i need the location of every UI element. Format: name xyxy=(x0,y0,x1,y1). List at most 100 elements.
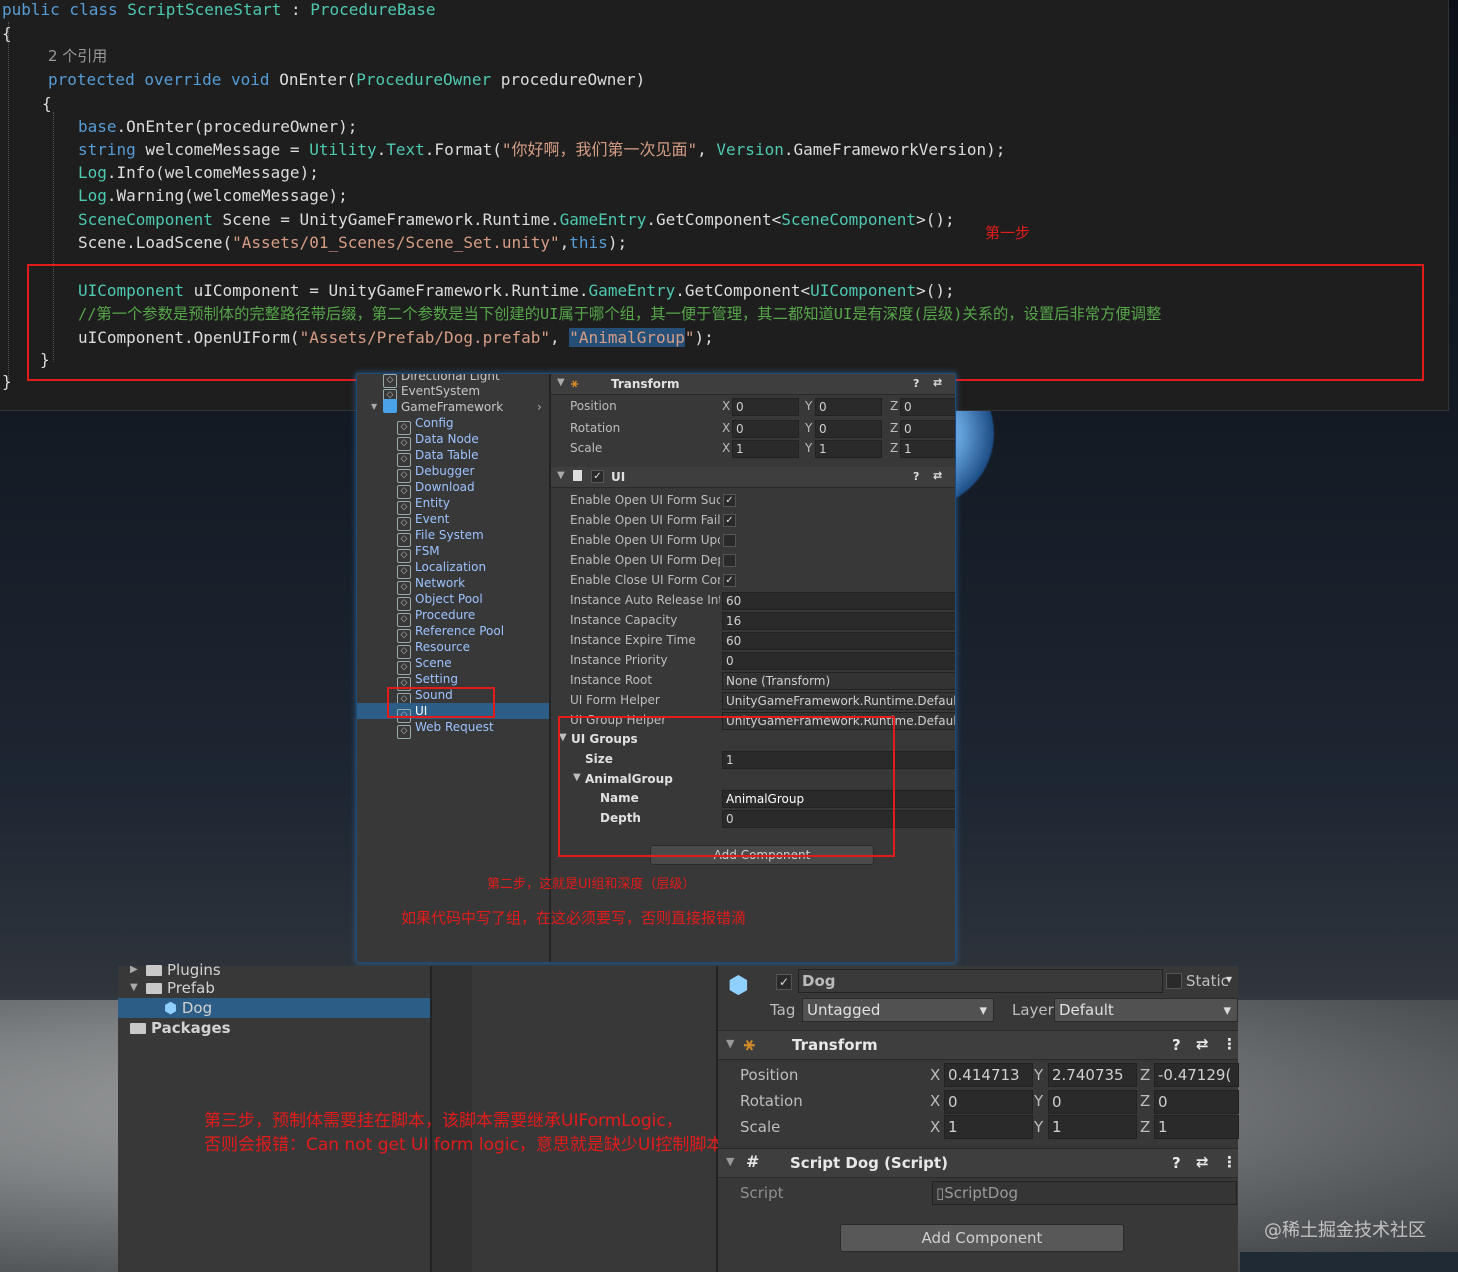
property-field[interactable]: 0 xyxy=(722,652,955,670)
hierarchy-item[interactable]: ◇ Event xyxy=(357,511,549,531)
foldout-arrow-icon[interactable]: ▼ xyxy=(726,1155,734,1168)
hierarchy-item[interactable]: ◇ File System xyxy=(357,527,549,547)
scale-z-field[interactable]: 1 xyxy=(900,440,955,458)
active-checkbox[interactable]: ✓ xyxy=(776,974,792,990)
property-checkbox[interactable]: ✓ xyxy=(723,574,736,587)
position-x-field[interactable]: 0 xyxy=(732,398,799,416)
hierarchy-item-label: EventSystem xyxy=(401,384,481,398)
layer-dropdown[interactable]: Default xyxy=(1054,998,1238,1022)
selected-text[interactable]: AnimalGroup xyxy=(578,328,685,347)
more-menu-icon[interactable]: ⋮ xyxy=(1222,1153,1237,1171)
project-item[interactable]: Packages xyxy=(118,1018,430,1038)
property-checkbox[interactable] xyxy=(723,534,736,547)
property-checkbox[interactable] xyxy=(723,554,736,567)
hierarchy-item[interactable]: ◇ EventSystem xyxy=(357,383,549,403)
static-checkbox[interactable] xyxy=(1166,973,1182,989)
transform-header[interactable]: ▼ ⚹ Transform ? ⇄ xyxy=(551,374,955,395)
project-item[interactable]: ⬢ Dog xyxy=(118,998,430,1018)
add-component-button[interactable]: Add Component xyxy=(840,1224,1124,1252)
code-line-class: public class ScriptSceneStart : Procedur… xyxy=(2,0,436,20)
project-item[interactable]: ▼ Prefab xyxy=(118,978,430,998)
code-token: .Warning(welcomeMessage); xyxy=(106,186,348,205)
step2-warning: 如果代码中写了组，在这必须要写，否则直接报错滴 xyxy=(401,909,747,927)
foldout-arrow-icon[interactable]: ▼ xyxy=(557,470,565,481)
rotation-x-field[interactable]: 0 xyxy=(732,420,799,438)
rotation-z-field[interactable]: 0 xyxy=(900,420,955,438)
foldout-arrow-icon[interactable]: ▼ xyxy=(557,377,565,388)
code-line: UIComponent uIComponent = UnityGameFrame… xyxy=(78,281,955,301)
hierarchy-item[interactable]: ◇ Reference Pool xyxy=(357,623,549,643)
position-z-field[interactable]: -0.47129( xyxy=(1154,1063,1239,1087)
property-field[interactable]: 16 xyxy=(722,612,955,630)
property-field[interactable]: 60 xyxy=(722,632,955,650)
scale-y-field[interactable]: 1 xyxy=(815,440,882,458)
code-editor[interactable]: public class ScriptSceneStart : Procedur… xyxy=(0,0,1449,411)
help-icon[interactable]: ? xyxy=(1172,1154,1181,1172)
position-y-field[interactable]: 2.740735 xyxy=(1048,1063,1137,1087)
static-label[interactable]: Static xyxy=(1186,972,1229,990)
chevron-right-icon[interactable]: › xyxy=(537,399,542,415)
help-icon[interactable]: ? xyxy=(913,470,919,483)
hierarchy-item[interactable]: ▼ GameFramework › xyxy=(357,399,549,415)
object-name-field[interactable]: Dog xyxy=(798,969,1163,993)
hierarchy-item[interactable]: ◇ FSM xyxy=(357,543,549,563)
scale-x-field[interactable]: 1 xyxy=(944,1115,1033,1139)
hierarchy-item[interactable]: ◇ Entity xyxy=(357,495,549,515)
hierarchy-item[interactable]: ◇ Network xyxy=(357,575,549,595)
scale-x-field[interactable]: 1 xyxy=(732,440,799,458)
property-field[interactable]: None (Transform) xyxy=(722,672,955,690)
property-checkbox[interactable]: ✓ xyxy=(723,514,736,527)
hierarchy-item[interactable]: ◇ Web Request xyxy=(357,719,549,739)
settings-icon[interactable]: ⇄ xyxy=(1196,1153,1209,1171)
code-token: "你好啊，我们第一次见面" xyxy=(501,140,698,159)
tag-dropdown[interactable]: Untagged xyxy=(802,998,994,1022)
hierarchy-item[interactable]: ◇ Config xyxy=(357,415,549,435)
rotation-y-field[interactable]: 0 xyxy=(815,420,882,438)
hierarchy-item[interactable]: ◇ Debugger xyxy=(357,463,549,483)
rotation-z-field[interactable]: 0 xyxy=(1154,1090,1239,1114)
hierarchy-item[interactable]: ◇ Localization xyxy=(357,559,549,579)
code-token: uIComponent.OpenUIForm( xyxy=(78,328,300,347)
code-token: .Info(welcomeMessage); xyxy=(106,163,319,182)
property-label: Instance Priority xyxy=(570,653,668,667)
foldout-arrow-icon[interactable]: ▼ xyxy=(371,399,377,415)
foldout-arrow-icon[interactable]: ▼ xyxy=(726,1037,734,1050)
rotation-y-field[interactable]: 0 xyxy=(1048,1090,1137,1114)
hierarchy-item[interactable]: ◇ Resource xyxy=(357,639,549,659)
rotation-x-field[interactable]: 0 xyxy=(944,1090,1033,1114)
transform-header[interactable]: ▼ ⚹ Transform ? ⇄ ⋮ xyxy=(718,1030,1238,1060)
component-title: UI xyxy=(611,470,626,484)
help-icon[interactable]: ? xyxy=(1172,1036,1181,1054)
project-item[interactable]: ▶ Plugins xyxy=(118,960,430,980)
script-component-header[interactable]: ▼ # Script Dog (Script) ? ⇄ ⋮ xyxy=(718,1148,1238,1178)
hierarchy-item[interactable]: ◇ Object Pool xyxy=(357,591,549,611)
component-enabled-checkbox[interactable]: ✓ xyxy=(591,470,604,483)
hierarchy-item-label: Config xyxy=(415,416,454,430)
property-checkbox[interactable]: ✓ xyxy=(723,494,736,507)
settings-icon[interactable]: ⇄ xyxy=(1196,1035,1209,1053)
foldout-arrow-icon[interactable]: ▼ xyxy=(130,978,138,998)
hierarchy-item[interactable]: ◇ Procedure xyxy=(357,607,549,627)
settings-icon[interactable]: ⇄ xyxy=(933,376,942,389)
property-field[interactable]: 60 xyxy=(722,592,955,610)
help-icon[interactable]: ? xyxy=(913,377,919,390)
static-dropdown-icon[interactable]: ▾ xyxy=(1226,972,1232,986)
hierarchy-item[interactable]: ◇ Scene xyxy=(357,655,549,675)
settings-icon[interactable]: ⇄ xyxy=(933,469,942,482)
hierarchy-item[interactable]: ◇ Data Table xyxy=(357,447,549,467)
scale-z-field[interactable]: 1 xyxy=(1154,1115,1239,1139)
property-field[interactable]: UnityGameFramework.Runtime.DefaultU xyxy=(722,692,955,710)
script-field[interactable]: ▯ScriptDog xyxy=(932,1181,1237,1205)
position-y-field[interactable]: 0 xyxy=(815,398,882,416)
code-token: , xyxy=(697,140,717,159)
scale-y-field[interactable]: 1 xyxy=(1048,1115,1137,1139)
hierarchy-item[interactable]: ◇ Download xyxy=(357,479,549,499)
more-menu-icon[interactable]: ⋮ xyxy=(1222,1035,1237,1053)
hierarchy-item[interactable]: ◇ Data Node xyxy=(357,431,549,451)
hierarchy-item[interactable]: ◇ Setting xyxy=(357,671,549,691)
references-codelens[interactable]: 2 个引用 xyxy=(48,46,107,66)
position-x-field[interactable]: 0.414713 xyxy=(944,1063,1033,1087)
foldout-arrow-icon[interactable]: ▶ xyxy=(130,960,138,980)
ui-component-header[interactable]: ▼ ✓ UI ? ⇄ xyxy=(551,467,955,488)
position-z-field[interactable]: 0 xyxy=(900,398,955,416)
